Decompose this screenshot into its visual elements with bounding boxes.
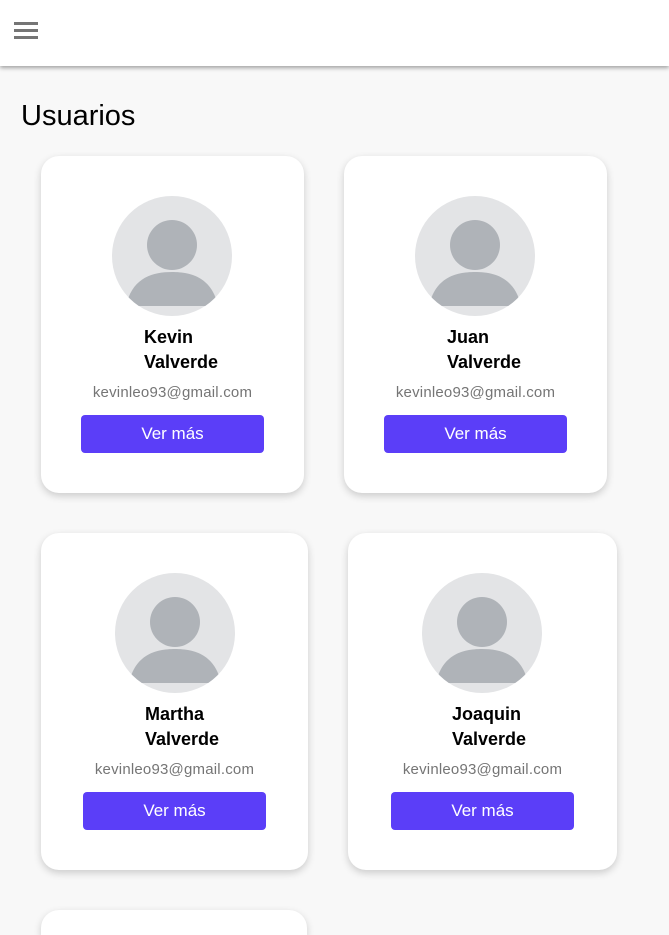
user-email: kevinleo93@gmail.com bbox=[92, 384, 253, 401]
user-name: Kevin Valverde bbox=[144, 325, 304, 375]
page-title: Usuarios bbox=[21, 100, 136, 132]
user-name: Martha Valverde bbox=[145, 702, 308, 752]
user-first-name: Kevin bbox=[144, 327, 194, 347]
user-name: Joaquin Valverde bbox=[452, 702, 617, 752]
user-card: Martha Valverde kevinleo93@gmail.com Ver… bbox=[41, 533, 308, 870]
user-first-name: Joaquin bbox=[452, 704, 522, 724]
user-card: Joaquin Valverde kevinleo93@gmail.com Ve… bbox=[348, 533, 617, 870]
ver-mas-button[interactable]: Ver más bbox=[384, 415, 567, 453]
user-email: kevinleo93@gmail.com bbox=[402, 761, 563, 778]
user-last-name: Valverde bbox=[447, 352, 522, 372]
user-email: kevinleo93@gmail.com bbox=[395, 384, 556, 401]
avatar-icon bbox=[415, 196, 535, 316]
ver-mas-button[interactable]: Ver más bbox=[391, 792, 574, 830]
user-first-name: Martha bbox=[145, 704, 205, 724]
user-email: kevinleo93@gmail.com bbox=[94, 761, 255, 778]
user-name: Juan Valverde bbox=[447, 325, 607, 375]
avatar-icon bbox=[112, 196, 232, 316]
user-card: Juan Valverde kevinleo93@gmail.com Ver m… bbox=[344, 156, 607, 493]
avatar-icon bbox=[422, 573, 542, 693]
user-card bbox=[41, 910, 307, 935]
ver-mas-button[interactable]: Ver más bbox=[83, 792, 266, 830]
ver-mas-button[interactable]: Ver más bbox=[81, 415, 264, 453]
app-bar bbox=[0, 0, 669, 66]
user-card: Kevin Valverde kevinleo93@gmail.com Ver … bbox=[41, 156, 304, 493]
user-last-name: Valverde bbox=[452, 729, 527, 749]
user-first-name: Juan bbox=[447, 327, 490, 347]
avatar-icon bbox=[115, 573, 235, 693]
hamburger-menu-icon[interactable] bbox=[10, 16, 42, 48]
user-last-name: Valverde bbox=[144, 352, 219, 372]
user-last-name: Valverde bbox=[145, 729, 220, 749]
